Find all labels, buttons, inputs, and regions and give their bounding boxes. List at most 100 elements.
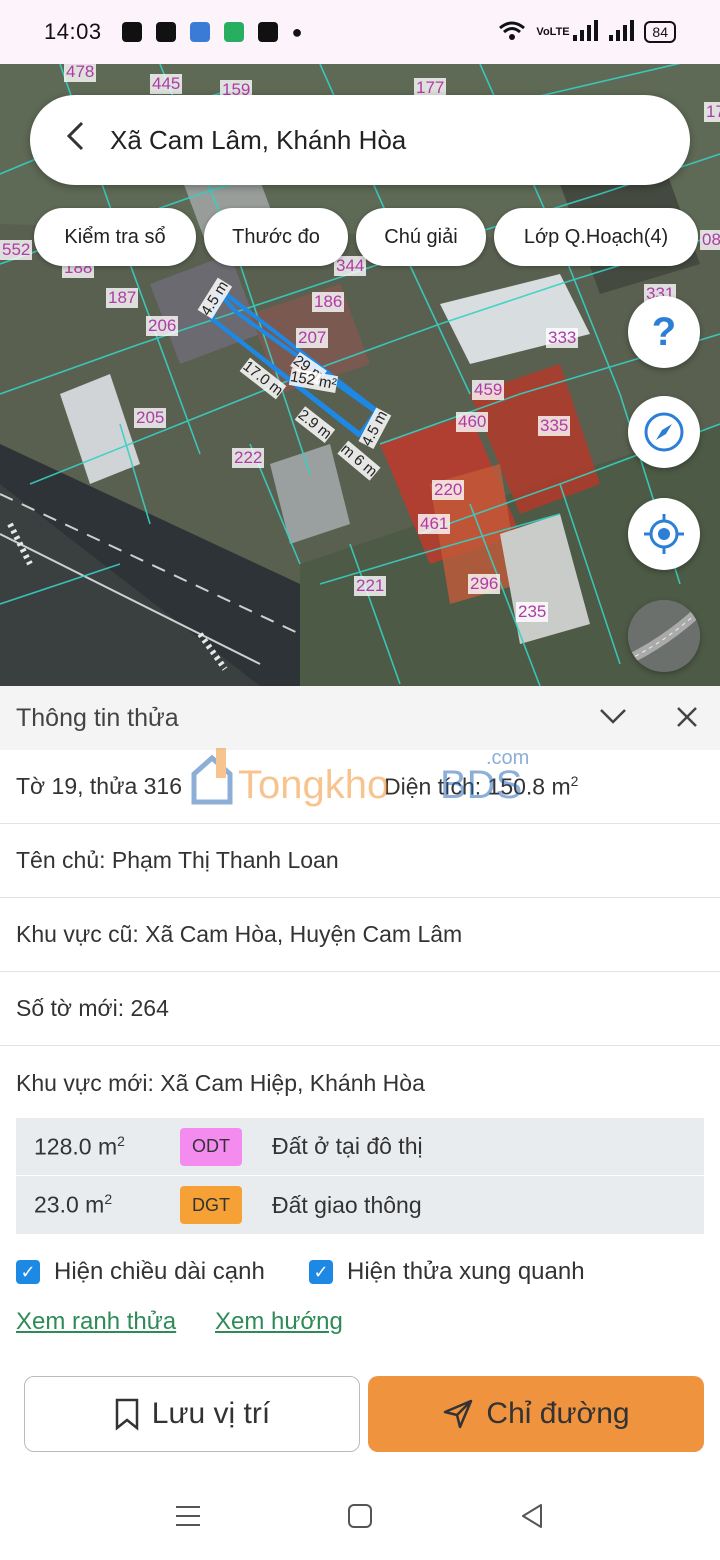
checkbox-label: Hiện thửa xung quanh xyxy=(347,1258,585,1285)
show-neighbor-parcels-checkbox[interactable]: ✓ Hiện thửa xung quanh xyxy=(309,1258,585,1286)
compass-button[interactable] xyxy=(628,396,700,468)
map-layer-thumbnail-icon xyxy=(628,600,700,672)
land-use-description: Đất giao thông xyxy=(272,1191,422,1218)
parcel-id-row: Tờ 19, thửa 316 Diện tích: 150.8 m2 xyxy=(0,750,720,824)
checkbox-label: Hiện chiều dài cạnh xyxy=(54,1258,265,1285)
save-location-button[interactable]: Lưu vị trí xyxy=(24,1376,360,1452)
bookmark-icon xyxy=(115,1398,139,1431)
parcel-label: 478 xyxy=(64,64,97,82)
land-use-description: Đất ở tại đô thị xyxy=(272,1133,423,1159)
parcel-label: 207 xyxy=(296,328,329,348)
chip-check-title[interactable]: Kiểm tra sổ xyxy=(34,208,196,266)
parcel-label: 344 xyxy=(334,256,367,276)
close-icon[interactable] xyxy=(676,706,698,733)
target-icon xyxy=(644,514,684,554)
parcel-label: 235 xyxy=(516,602,549,622)
directions-label: Chỉ đường xyxy=(486,1397,630,1430)
land-use-area: 23.0 m2 xyxy=(34,1191,113,1218)
new-area-row: Khu vực mới: Xã Cam Hiệp, Khánh Hòa xyxy=(0,1046,720,1120)
collapse-chevron-icon[interactable] xyxy=(598,706,628,731)
shield-app-icon xyxy=(223,22,244,42)
land-use-code-badge: DGT xyxy=(180,1186,242,1224)
chip-measure[interactable]: Thước đo xyxy=(204,208,348,266)
chip-label: Kiểm tra sổ xyxy=(64,225,166,248)
status-bar: 14:03 ● VoLTE 84 xyxy=(0,0,720,64)
new-area: Khu vực mới: Xã Cam Hiệp, Khánh Hòa xyxy=(16,1069,425,1096)
my-location-button[interactable] xyxy=(628,498,700,570)
land-use-code-badge: ODT xyxy=(180,1127,242,1166)
help-button[interactable]: ? xyxy=(628,296,700,368)
save-location-label: Lưu vị trí xyxy=(151,1397,271,1430)
parcel-label: 221 xyxy=(354,576,387,596)
status-time: 14:03 xyxy=(44,19,102,44)
messenger-icon xyxy=(189,22,210,42)
directions-button[interactable]: Chỉ đường xyxy=(368,1376,704,1452)
nav-menu-button[interactable] xyxy=(168,1496,208,1536)
owner-name: Tên chủ: Phạm Thị Thanh Loan xyxy=(16,847,339,873)
parcel-info-header: Thông tin thửa xyxy=(0,686,720,750)
chip-label: Lớp Q.Hoạch(4) xyxy=(523,225,669,248)
more-dot-icon: ● xyxy=(291,21,303,42)
parcel-label: 187 xyxy=(106,288,139,308)
nav-home-button[interactable] xyxy=(340,1496,380,1536)
parcel-label: 459 xyxy=(472,380,505,400)
parcel-label: 186 xyxy=(312,292,345,312)
map-type-button[interactable] xyxy=(628,600,700,672)
nav-back-button[interactable] xyxy=(512,1496,552,1536)
chip-label: Chú giải xyxy=(384,225,458,248)
location-title[interactable]: Xã Cam Lâm, Khánh Hòa xyxy=(110,125,406,156)
view-boundary-link[interactable]: Xem ranh thửa xyxy=(16,1308,176,1336)
land-use-area-value: 23.0 m xyxy=(34,1191,105,1218)
parcel-label: 335 xyxy=(538,416,571,436)
sheet-title: Thông tin thửa xyxy=(16,703,179,732)
land-use-row: 128.0 m2 ODT Đất ở tại đô thị xyxy=(16,1118,704,1176)
parcel-label: 552 xyxy=(0,240,33,260)
location-search-bar[interactable]: Xã Cam Lâm, Khánh Hòa xyxy=(30,95,690,185)
chip-label: Thước đo xyxy=(232,225,320,248)
checkmark-icon[interactable]: ✓ xyxy=(16,1260,40,1284)
back-arrow-icon[interactable] xyxy=(64,120,104,160)
sheet-parcel-number: Tờ 19, thửa 316 xyxy=(16,773,183,799)
clover-app-icon xyxy=(257,22,278,42)
send-icon xyxy=(444,1399,473,1429)
land-use-row: 23.0 m2 DGT Đất giao thông xyxy=(16,1176,704,1234)
chip-legend[interactable]: Chú giải xyxy=(356,208,486,266)
parcel-label: 461 xyxy=(418,514,451,534)
signal-icon-2 xyxy=(608,19,635,45)
compass-icon xyxy=(644,412,684,452)
owner-row: Tên chủ: Phạm Thị Thanh Loan xyxy=(0,824,720,898)
parcel-label: 296 xyxy=(468,574,501,594)
parcel-label: 08 xyxy=(700,230,720,250)
area-label-text: Diện tích: xyxy=(384,773,482,800)
tiktok-icon xyxy=(155,22,176,42)
parcel-label: 333 xyxy=(546,328,579,348)
area-summary: Diện tích: 150.8 m2 xyxy=(384,772,579,800)
show-edge-length-checkbox[interactable]: ✓ Hiện chiều dài cạnh xyxy=(16,1258,265,1286)
land-use-area: 128.0 m2 xyxy=(34,1132,125,1160)
wifi-icon xyxy=(498,20,526,45)
land-use-area-value: 128.0 m xyxy=(34,1133,118,1160)
parcel-label: 445 xyxy=(150,74,183,94)
old-area: Khu vực cũ: Xã Cam Hòa, Huyện Cam Lâm xyxy=(16,921,463,947)
battery-icon: 84 xyxy=(644,21,676,43)
question-icon: ? xyxy=(651,309,677,354)
parcel-label: 205 xyxy=(134,408,167,428)
chip-planning-layers[interactable]: Lớp Q.Hoạch(4) xyxy=(494,208,698,266)
new-sheet-row: Số tờ mới: 264 xyxy=(0,972,720,1046)
back-triangle-icon xyxy=(522,1504,542,1528)
area-value: 150.8 m xyxy=(487,773,571,800)
view-direction-link[interactable]: Xem hướng xyxy=(215,1308,343,1336)
shopping-bag-icon xyxy=(121,22,142,42)
old-area-row: Khu vực cũ: Xã Cam Hòa, Huyện Cam Lâm xyxy=(0,898,720,972)
signal-icon xyxy=(572,19,599,45)
menu-lines-icon xyxy=(176,1506,200,1526)
parcel-label: 17 xyxy=(704,102,720,122)
volte-label: VoLTE xyxy=(536,25,570,38)
parcel-label: 222 xyxy=(232,448,265,468)
parcel-label: 206 xyxy=(146,316,179,336)
checkmark-icon[interactable]: ✓ xyxy=(309,1260,333,1284)
land-use-table: 128.0 m2 ODT Đất ở tại đô thị 23.0 m2 DG… xyxy=(16,1118,704,1234)
parcel-label: 460 xyxy=(456,412,489,432)
home-square-icon xyxy=(348,1504,372,1528)
new-sheet-number: Số tờ mới: 264 xyxy=(16,995,169,1021)
